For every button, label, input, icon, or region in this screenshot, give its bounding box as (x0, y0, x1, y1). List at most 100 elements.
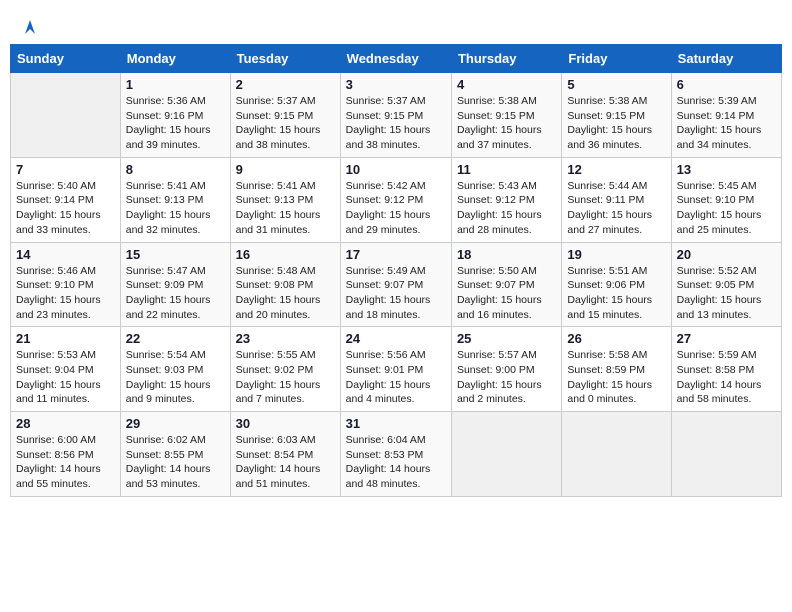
day-cell (451, 412, 561, 497)
day-number: 5 (567, 77, 665, 92)
header-row: SundayMondayTuesdayWednesdayThursdayFrid… (11, 45, 782, 73)
day-number: 4 (457, 77, 556, 92)
day-cell: 8 Sunrise: 5:41 AM Sunset: 9:13 PM Daylig… (120, 157, 230, 242)
day-number: 30 (236, 416, 335, 431)
day-info: Sunrise: 5:41 AM Sunset: 9:13 PM Dayligh… (126, 179, 225, 238)
day-info: Sunrise: 5:47 AM Sunset: 9:09 PM Dayligh… (126, 264, 225, 323)
day-cell: 24 Sunrise: 5:56 AM Sunset: 9:01 PM Dayli… (340, 327, 451, 412)
week-row-5: 28 Sunrise: 6:00 AM Sunset: 8:56 PM Dayli… (11, 412, 782, 497)
column-header-friday: Friday (562, 45, 671, 73)
day-number: 21 (16, 331, 115, 346)
day-cell: 18Sunrise: 5:50 AM Sunset: 9:07 PM Dayli… (451, 242, 561, 327)
day-cell: 30 Sunrise: 6:03 AM Sunset: 8:54 PM Dayli… (230, 412, 340, 497)
day-number: 16 (236, 247, 335, 262)
day-number: 2 (236, 77, 335, 92)
day-info: Sunrise: 5:37 AM Sunset: 9:15 PM Dayligh… (236, 94, 335, 153)
day-cell: 17 Sunrise: 5:49 AM Sunset: 9:07 PM Dayli… (340, 242, 451, 327)
page-header (10, 10, 782, 36)
day-cell: 23Sunrise: 5:55 AM Sunset: 9:02 PM Dayli… (230, 327, 340, 412)
day-cell: 7 Sunrise: 5:40 AM Sunset: 9:14 PM Daylig… (11, 157, 121, 242)
day-cell: 27 Sunrise: 5:59 AM Sunset: 8:58 PM Dayli… (671, 327, 781, 412)
day-info: Sunrise: 5:44 AM Sunset: 9:11 PM Dayligh… (567, 179, 665, 238)
day-info: Sunrise: 5:40 AM Sunset: 9:14 PM Dayligh… (16, 179, 115, 238)
week-row-3: 14 Sunrise: 5:46 AM Sunset: 9:10 PM Dayli… (11, 242, 782, 327)
day-number: 22 (126, 331, 225, 346)
column-header-monday: Monday (120, 45, 230, 73)
day-cell: 10Sunrise: 5:42 AM Sunset: 9:12 PM Dayli… (340, 157, 451, 242)
logo (18, 14, 41, 32)
day-info: Sunrise: 5:36 AM Sunset: 9:16 PM Dayligh… (126, 94, 225, 153)
day-number: 27 (677, 331, 776, 346)
day-number: 19 (567, 247, 665, 262)
day-info: Sunrise: 5:51 AM Sunset: 9:06 PM Dayligh… (567, 264, 665, 323)
day-cell: 31Sunrise: 6:04 AM Sunset: 8:53 PM Dayli… (340, 412, 451, 497)
day-number: 15 (126, 247, 225, 262)
day-cell: 13Sunrise: 5:45 AM Sunset: 9:10 PM Dayli… (671, 157, 781, 242)
day-number: 7 (16, 162, 115, 177)
day-cell: 22 Sunrise: 5:54 AM Sunset: 9:03 PM Dayli… (120, 327, 230, 412)
day-cell: 16 Sunrise: 5:48 AM Sunset: 9:08 PM Dayli… (230, 242, 340, 327)
day-info: Sunrise: 5:52 AM Sunset: 9:05 PM Dayligh… (677, 264, 776, 323)
day-info: Sunrise: 6:03 AM Sunset: 8:54 PM Dayligh… (236, 433, 335, 492)
day-info: Sunrise: 5:48 AM Sunset: 9:08 PM Dayligh… (236, 264, 335, 323)
week-row-4: 21 Sunrise: 5:53 AM Sunset: 9:04 PM Dayli… (11, 327, 782, 412)
day-number: 17 (346, 247, 446, 262)
day-info: Sunrise: 5:38 AM Sunset: 9:15 PM Dayligh… (567, 94, 665, 153)
day-cell: 26 Sunrise: 5:58 AM Sunset: 8:59 PM Dayli… (562, 327, 671, 412)
day-cell: 11 Sunrise: 5:43 AM Sunset: 9:12 PM Dayli… (451, 157, 561, 242)
day-number: 14 (16, 247, 115, 262)
day-number: 3 (346, 77, 446, 92)
day-cell: 21 Sunrise: 5:53 AM Sunset: 9:04 PM Dayli… (11, 327, 121, 412)
day-cell: 14 Sunrise: 5:46 AM Sunset: 9:10 PM Dayli… (11, 242, 121, 327)
day-cell (11, 73, 121, 158)
day-number: 1 (126, 77, 225, 92)
day-info: Sunrise: 5:53 AM Sunset: 9:04 PM Dayligh… (16, 348, 115, 407)
day-number: 28 (16, 416, 115, 431)
calendar-table: SundayMondayTuesdayWednesdayThursdayFrid… (10, 44, 782, 497)
day-number: 9 (236, 162, 335, 177)
day-cell: 25 Sunrise: 5:57 AM Sunset: 9:00 PM Dayli… (451, 327, 561, 412)
day-info: Sunrise: 5:59 AM Sunset: 8:58 PM Dayligh… (677, 348, 776, 407)
day-cell: 12 Sunrise: 5:44 AM Sunset: 9:11 PM Dayli… (562, 157, 671, 242)
day-number: 11 (457, 162, 556, 177)
day-number: 18 (457, 247, 556, 262)
day-number: 20 (677, 247, 776, 262)
day-number: 8 (126, 162, 225, 177)
day-cell: 29 Sunrise: 6:02 AM Sunset: 8:55 PM Dayli… (120, 412, 230, 497)
day-info: Sunrise: 5:43 AM Sunset: 9:12 PM Dayligh… (457, 179, 556, 238)
day-info: Sunrise: 5:56 AM Sunset: 9:01 PM Dayligh… (346, 348, 446, 407)
day-number: 25 (457, 331, 556, 346)
day-cell: 2 Sunrise: 5:37 AM Sunset: 9:15 PM Daylig… (230, 73, 340, 158)
day-number: 24 (346, 331, 446, 346)
day-number: 26 (567, 331, 665, 346)
column-header-wednesday: Wednesday (340, 45, 451, 73)
day-info: Sunrise: 5:39 AM Sunset: 9:14 PM Dayligh… (677, 94, 776, 153)
day-info: Sunrise: 5:42 AM Sunset: 9:12 PM Dayligh… (346, 179, 446, 238)
day-info: Sunrise: 6:02 AM Sunset: 8:55 PM Dayligh… (126, 433, 225, 492)
day-cell: 15 Sunrise: 5:47 AM Sunset: 9:09 PM Dayli… (120, 242, 230, 327)
day-number: 29 (126, 416, 225, 431)
column-header-thursday: Thursday (451, 45, 561, 73)
day-cell: 9 Sunrise: 5:41 AM Sunset: 9:13 PM Daylig… (230, 157, 340, 242)
day-info: Sunrise: 5:38 AM Sunset: 9:15 PM Dayligh… (457, 94, 556, 153)
day-number: 12 (567, 162, 665, 177)
week-row-2: 7 Sunrise: 5:40 AM Sunset: 9:14 PM Daylig… (11, 157, 782, 242)
day-info: Sunrise: 5:49 AM Sunset: 9:07 PM Dayligh… (346, 264, 446, 323)
day-info: Sunrise: 6:00 AM Sunset: 8:56 PM Dayligh… (16, 433, 115, 492)
day-info: Sunrise: 5:57 AM Sunset: 9:00 PM Dayligh… (457, 348, 556, 407)
day-cell: 28 Sunrise: 6:00 AM Sunset: 8:56 PM Dayli… (11, 412, 121, 497)
day-info: Sunrise: 6:04 AM Sunset: 8:53 PM Dayligh… (346, 433, 446, 492)
day-cell: 6 Sunrise: 5:39 AM Sunset: 9:14 PM Daylig… (671, 73, 781, 158)
day-cell: 19 Sunrise: 5:51 AM Sunset: 9:06 PM Dayli… (562, 242, 671, 327)
day-number: 23 (236, 331, 335, 346)
day-number: 6 (677, 77, 776, 92)
day-cell (671, 412, 781, 497)
day-info: Sunrise: 5:58 AM Sunset: 8:59 PM Dayligh… (567, 348, 665, 407)
day-info: Sunrise: 5:41 AM Sunset: 9:13 PM Dayligh… (236, 179, 335, 238)
day-info: Sunrise: 5:37 AM Sunset: 9:15 PM Dayligh… (346, 94, 446, 153)
day-info: Sunrise: 5:54 AM Sunset: 9:03 PM Dayligh… (126, 348, 225, 407)
day-cell (562, 412, 671, 497)
logo-arrow-icon (19, 16, 41, 38)
day-info: Sunrise: 5:46 AM Sunset: 9:10 PM Dayligh… (16, 264, 115, 323)
column-header-tuesday: Tuesday (230, 45, 340, 73)
